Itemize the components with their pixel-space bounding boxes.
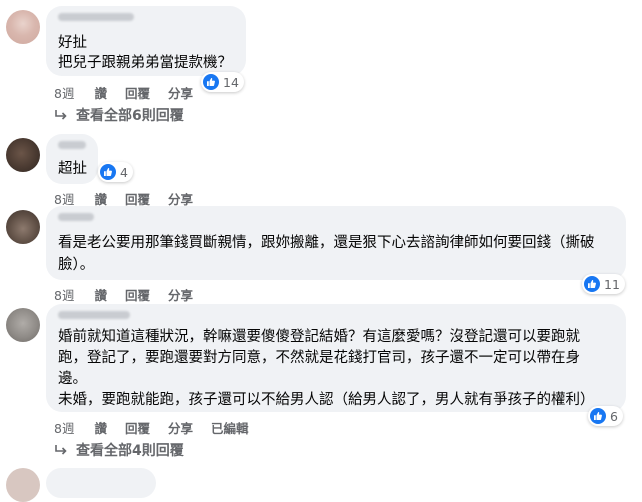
comment-text-line: 臉）。: [58, 257, 95, 273]
comment-bubble: 好扯 把兒子跟親弟弟當提款機？: [46, 6, 246, 76]
comment-text-line: 把兒子跟親弟弟當提款機？: [58, 55, 232, 71]
comment-author[interactable]: [58, 141, 86, 149]
view-all-replies-link[interactable]: 查看全部4則回覆: [54, 440, 184, 460]
comment-text-line: 看是老公要用那筆錢買斷親情，跟妳搬離，還是狠下心去諮詢律師如何要回錢（撕破: [58, 235, 595, 251]
comment-time[interactable]: 8週: [54, 418, 74, 437]
reply-arrow-icon: [55, 445, 67, 455]
reply-button[interactable]: 回覆: [125, 418, 150, 437]
comment-bubble: [46, 468, 156, 498]
comment-text-line: 未婚，要跑就能跑，孩子還可以不給男人認（給男人認了，男人就有爭孩子的權利）: [58, 392, 595, 408]
reply-button[interactable]: 回覆: [125, 285, 150, 304]
share-button[interactable]: 分享: [168, 418, 193, 437]
like-icon: [590, 408, 606, 424]
comment-text-line: 好扯: [58, 35, 87, 51]
avatar[interactable]: [6, 10, 40, 44]
reaction-badge[interactable]: 4: [98, 162, 133, 182]
comment-actions: 8週 讚 回覆 分享 已編輯: [54, 418, 249, 437]
comment-text-line: 婚前就知道這種狀況，幹嘛還要傻傻登記結婚？有這麼愛嗎？沒登記還可以要跑就: [58, 329, 580, 345]
reaction-badge[interactable]: 11: [582, 274, 625, 294]
comment-author[interactable]: [58, 213, 94, 221]
avatar[interactable]: [6, 210, 40, 244]
like-icon: [100, 164, 116, 180]
comment-bubble: 超扯: [46, 134, 98, 184]
like-icon: [584, 276, 600, 292]
like-button[interactable]: 讚: [94, 285, 107, 304]
view-all-replies-link[interactable]: 查看全部6則回覆: [54, 105, 184, 125]
comment-text-line: 邊。: [58, 371, 87, 387]
edited-label[interactable]: 已編輯: [211, 418, 249, 437]
comment-author[interactable]: [58, 311, 130, 319]
share-button[interactable]: 分享: [168, 83, 193, 102]
like-button[interactable]: 讚: [94, 418, 107, 437]
comment-actions: 8週 讚 回覆 分享: [54, 83, 211, 102]
comment-text-line: 超扯: [58, 161, 87, 177]
reaction-count: 6: [610, 408, 618, 424]
like-button[interactable]: 讚: [94, 83, 107, 102]
comment-text-line: 跑，登記了，要跑還要對方同意，不然就是花錢打官司，孩子還不一定可以帶在身: [58, 350, 580, 366]
reaction-badge[interactable]: 6: [588, 406, 623, 426]
comment-actions: 8週 讚 回覆 分享: [54, 285, 211, 304]
avatar[interactable]: [6, 468, 40, 502]
reaction-count: 4: [120, 164, 128, 180]
avatar[interactable]: [6, 138, 40, 172]
reaction-count: 11: [604, 276, 620, 292]
comment-time[interactable]: 8週: [54, 83, 74, 102]
comment-bubble: 婚前就知道這種狀況，幹嘛還要傻傻登記結婚？有這麼愛嗎？沒登記還可以要跑就 跑，登…: [46, 304, 626, 412]
comment-bubble: 看是老公要用那筆錢買斷親情，跟妳搬離，還是狠下心去諮詢律師如何要回錢（撕破 臉）…: [46, 206, 626, 280]
reply-button[interactable]: 回覆: [125, 83, 150, 102]
reaction-count: 14: [223, 74, 239, 90]
view-all-replies-label: 查看全部4則回覆: [76, 443, 184, 459]
view-all-replies-label: 查看全部6則回覆: [76, 108, 184, 124]
comment-author[interactable]: [58, 13, 134, 21]
comment-time[interactable]: 8週: [54, 285, 74, 304]
avatar[interactable]: [6, 308, 40, 342]
share-button[interactable]: 分享: [168, 285, 193, 304]
reply-arrow-icon: [55, 110, 67, 120]
